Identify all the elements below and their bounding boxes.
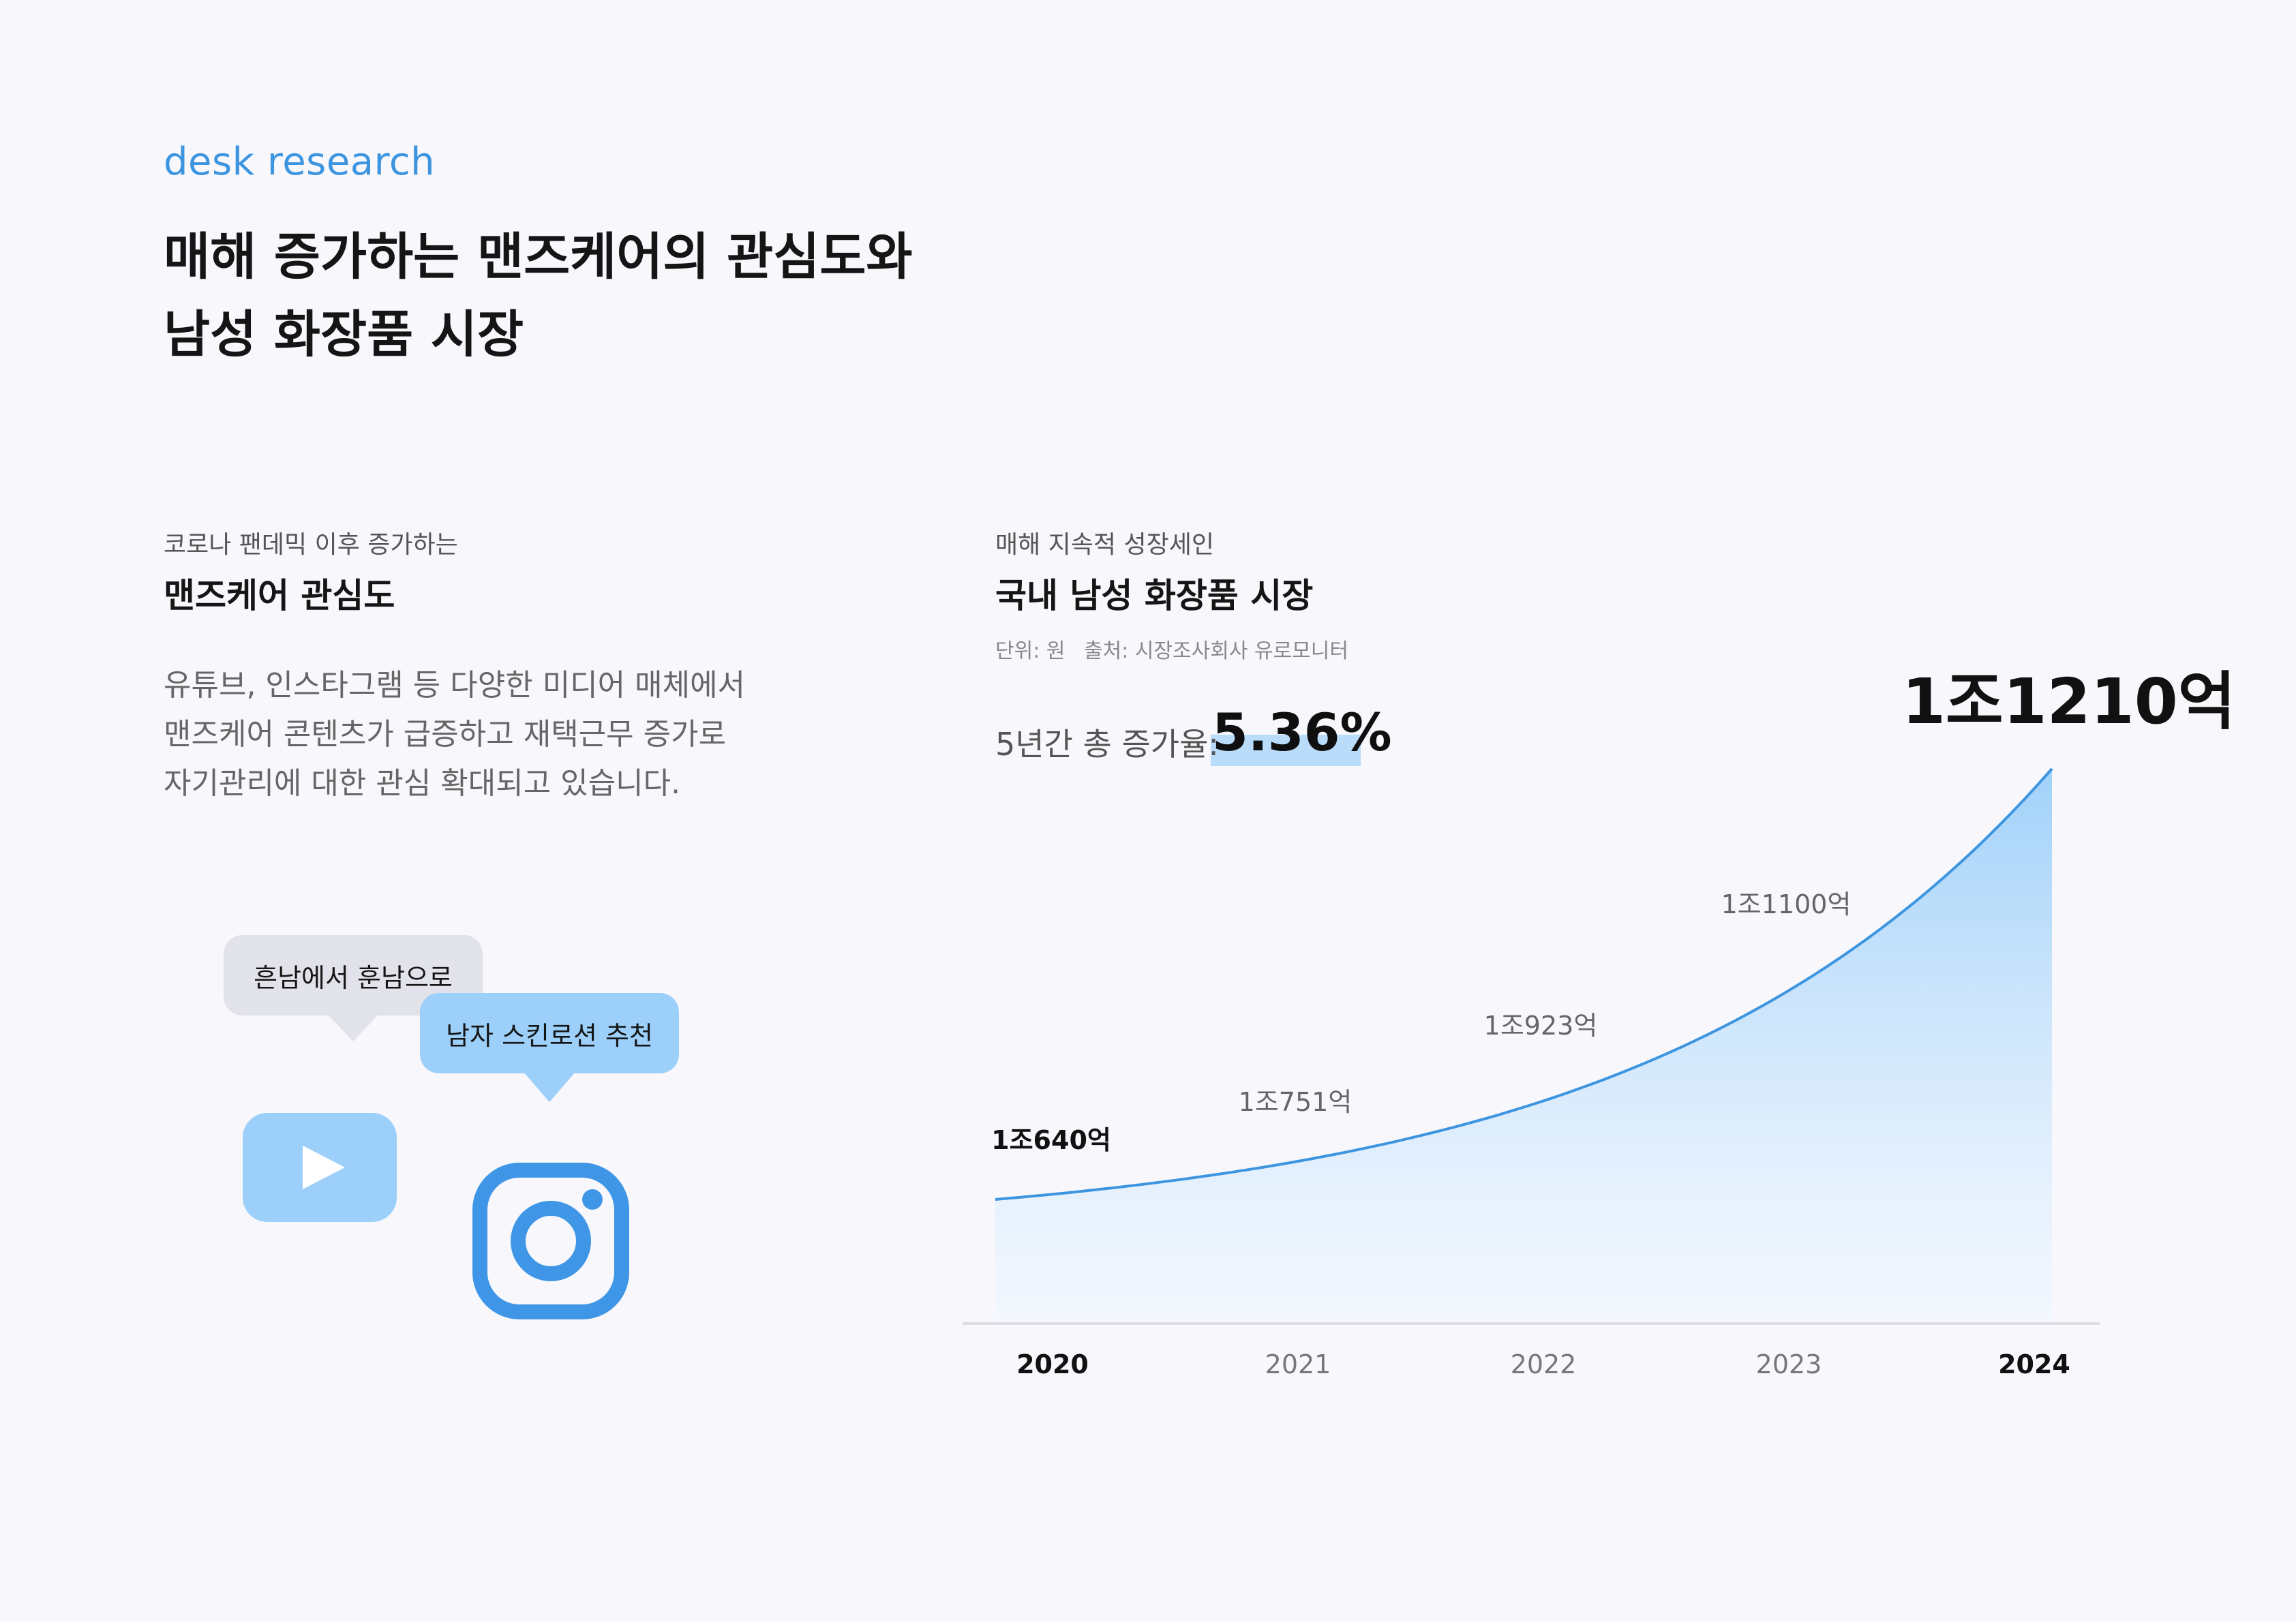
unit-label: 단위: 원 bbox=[995, 639, 1066, 663]
data-label: 1조640억 bbox=[991, 1125, 1111, 1155]
instagram-icon bbox=[472, 1163, 629, 1319]
page-title-line-1: 매해 증가하는 맨즈케어의 관심도와 bbox=[164, 228, 913, 286]
right-sub-label: 매해 지속적 성장세인 bbox=[995, 531, 1214, 559]
area-fill bbox=[995, 769, 2052, 1322]
left-sub-title: 맨즈케어 관심도 bbox=[164, 576, 395, 615]
data-label: 1조1100억 bbox=[1721, 889, 1852, 919]
data-label-final: 1조1210억 bbox=[1902, 665, 2236, 738]
data-label: 1조923억 bbox=[1484, 1011, 1598, 1041]
left-body-text: 유튜브, 인스타그램 등 다양한 미디어 매체에서 맨즈케어 콘텐츠가 급증하고… bbox=[164, 661, 745, 808]
x-tick-label: 2020 bbox=[1016, 1349, 1089, 1379]
x-tick-label: 2022 bbox=[1511, 1349, 1577, 1379]
market-area-chart: 2020 2021 2022 2023 2024 1조640억 1조751억 1조923억 1조… bbox=[963, 767, 2100, 1379]
source-label: 출처: 시장조사회사 유로모니터 bbox=[1084, 639, 1348, 663]
x-tick-label: 2023 bbox=[1756, 1349, 1822, 1379]
speech-bubble-tail-youtube bbox=[327, 1014, 379, 1041]
page-title-line-2: 남성 화장품 시장 bbox=[164, 305, 524, 364]
right-sub-title: 국내 남성 화장품 시장 bbox=[995, 576, 1314, 615]
youtube-icon bbox=[243, 1113, 397, 1222]
body-line-2: 맨즈케어 콘텐츠가 급증하고 재택근무 증가로 bbox=[164, 717, 727, 752]
speech-bubble-tail-instagram bbox=[524, 1072, 575, 1102]
x-tick-label: 2021 bbox=[1265, 1349, 1331, 1379]
page-title: 매해 증가하는 맨즈케어의 관심도와 남성 화장품 시장 bbox=[164, 218, 913, 373]
speech-bubble-instagram: 남자 스킨로션 추천 bbox=[420, 993, 679, 1073]
body-line-3: 자기관리에 대한 관심 확대되고 있습니다. bbox=[164, 766, 681, 801]
left-sub-label: 코로나 팬데믹 이후 증가하는 bbox=[164, 531, 458, 559]
play-icon bbox=[303, 1146, 345, 1189]
body-line-1: 유튜브, 인스타그램 등 다양한 미디어 매체에서 bbox=[164, 668, 746, 703]
x-tick-label: 2024 bbox=[1998, 1349, 2070, 1379]
data-label: 1조751억 bbox=[1239, 1087, 1353, 1117]
eyebrow-label: desk research bbox=[164, 140, 436, 184]
